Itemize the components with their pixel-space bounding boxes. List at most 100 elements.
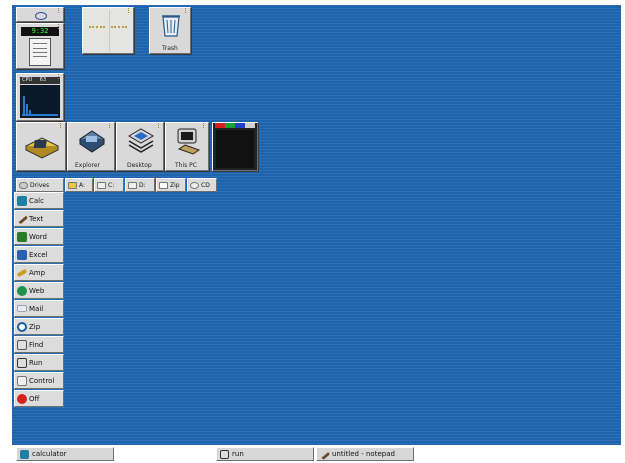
tile-grip [109,123,113,128]
menu-label-web: Web [29,286,45,295]
drive-cd-button[interactable]: CD [187,178,217,192]
menu-item-excel[interactable]: Excel [14,246,64,263]
menu-label-mail: Mail [29,304,44,313]
notepad-icon[interactable] [29,38,51,66]
find-icon [17,339,27,350]
launch-item-this-pc[interactable]: This PC [165,122,209,171]
hard-drive-icon [128,181,137,189]
tile-grip [128,8,132,13]
calculator-icon [17,195,27,206]
drive-zip-label: Zip [170,181,180,189]
drives-icon [19,181,28,189]
clock-widget: 9:32 [16,23,64,69]
zip-icon [17,321,27,332]
control-icon [17,375,27,386]
drive-zip-button[interactable]: Zip [156,178,186,192]
trash-icon[interactable]: Trash [149,7,191,54]
menu-label-calc: Calc [29,196,44,205]
color-monitor-widget [212,122,258,171]
word-icon [17,231,27,242]
menu-label-amp: Amp [29,268,46,277]
monitor-label-b: 63 [39,77,47,83]
menu-item-mail[interactable]: Mail [14,300,64,317]
amp-icon [16,268,28,277]
computer-icon [177,128,201,155]
desktop: 9:32 CPU 63 Trash Explorer Desktop This … [12,5,621,445]
calculator-icon [20,449,29,459]
menu-label-zip: Zip [29,322,41,331]
monitor-header: CPU 63 [20,77,60,84]
launch-item-start[interactable] [16,122,66,171]
menu-label-off: Off [29,394,40,403]
trash-label: Trash [162,45,178,52]
task-run[interactable]: run [216,447,314,461]
launch-label-desktop: Desktop [127,162,152,169]
hard-drive-icon [97,181,106,189]
menu-item-off[interactable]: Off [14,390,64,407]
run-icon [17,357,27,368]
mail-icon [17,305,27,312]
menu-label-excel: Excel [29,250,48,259]
task-label-notepad: untitled - notepad [332,450,395,458]
menu-label-control: Control [29,376,55,385]
menu-item-calc[interactable]: Calc [14,192,64,209]
menu-item-word[interactable]: Word [14,228,64,245]
tile-grip [58,24,62,29]
tile-grip [185,8,189,13]
drive-box-icon [24,137,60,159]
task-calculator[interactable]: calculator [16,447,114,461]
trash-can-icon [162,15,180,37]
cd-icon [190,181,199,189]
drive-a-label: A: [79,181,86,189]
menu-item-text[interactable]: Text [14,210,64,227]
cpu-monitor-widget: CPU 63 [16,73,64,121]
drive-a-button[interactable]: A: [65,178,93,192]
launch-label-this-pc: This PC [175,162,197,169]
launch-item-desktop[interactable]: Desktop [116,122,164,171]
desktop-icon [128,128,154,153]
menu-item-run[interactable]: Run [14,354,64,371]
monitor-label-a: CPU [22,77,33,83]
power-icon [17,393,27,404]
menu-label-find: Find [29,340,44,349]
floppy-icon [68,181,77,189]
menu-item-web[interactable]: Web [14,282,64,299]
clock-time: 9:32 [31,27,49,35]
drive-cd-label: CD [201,181,210,189]
globe-icon [17,285,27,296]
color-indicator-strip [215,123,255,128]
tile-grip [58,8,62,13]
menu-label-word: Word [29,232,47,241]
drives-label: Drives [30,181,50,189]
zip-drive-icon [159,181,168,189]
tile-grip [58,74,62,79]
tile-grip [60,123,64,128]
task-notepad[interactable]: untitled - notepad [316,447,414,461]
task-label-run: run [232,450,244,458]
drive-c-label: C: [108,181,115,189]
launch-label-explorer: Explorer [75,162,100,169]
tile-grip [203,123,207,128]
eye-icon [35,12,47,20]
clock-display: 9:32 [21,27,59,36]
run-icon [220,449,229,459]
excel-icon [17,249,27,260]
menu-item-find[interactable]: Find [14,336,64,353]
blank-folder-icon[interactable] [82,7,134,54]
task-label-calculator: calculator [32,450,67,458]
launch-item-explorer[interactable]: Explorer [67,122,115,171]
tile-grip [158,123,162,128]
drive-d-button[interactable]: D: [125,178,155,192]
drives-button[interactable]: Drives [16,178,64,192]
menu-item-control[interactable]: Control [14,372,64,389]
pencil-icon [15,212,29,225]
menu-item-amp[interactable]: Amp [14,264,64,281]
menu-label-text: Text [29,214,44,223]
menu-item-zip[interactable]: Zip [14,318,64,335]
explorer-icon [79,130,105,153]
eye-widget[interactable] [16,7,64,22]
pencil-icon [318,448,331,460]
drive-d-label: D: [139,181,146,189]
drive-c-button[interactable]: C: [94,178,124,192]
cpu-graph [20,85,60,118]
